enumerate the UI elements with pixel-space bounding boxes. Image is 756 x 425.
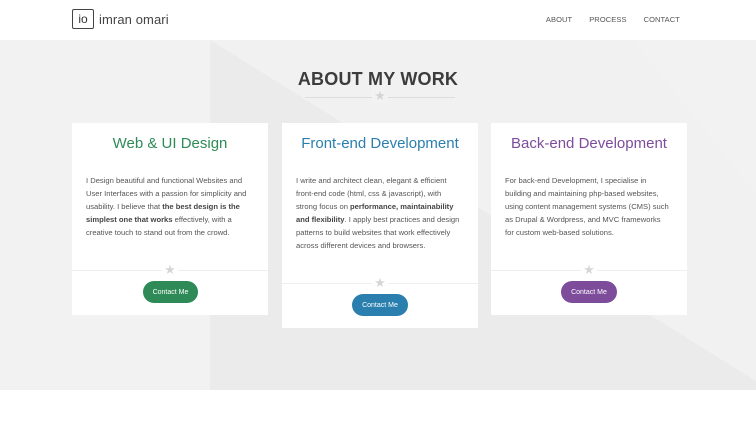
contact-me-button[interactable]: Contact Me xyxy=(143,281,198,303)
card-description: I Design beautiful and functional Websit… xyxy=(86,175,250,240)
logo-text: imran omari xyxy=(99,12,169,27)
card-description: For back-end Development, I specialise i… xyxy=(505,175,669,240)
star-icon: ★ xyxy=(162,264,178,276)
section-title: ABOUT MY WORK xyxy=(0,69,756,90)
card-description: I write and architect clean, elegant & e… xyxy=(296,175,460,252)
nav-link-contact[interactable]: CONTACT xyxy=(644,15,680,24)
nav-link-process[interactable]: PROCESS xyxy=(589,15,626,24)
star-icon: ★ xyxy=(372,89,388,103)
logo-mark: io xyxy=(72,9,94,29)
star-icon: ★ xyxy=(581,264,597,276)
star-icon: ★ xyxy=(372,277,388,289)
logo[interactable]: io imran omari xyxy=(72,9,169,29)
contact-me-button[interactable]: Contact Me xyxy=(352,294,408,316)
nav-link-about[interactable]: ABOUT xyxy=(546,15,572,24)
card-back-end-development: Back-end Development For back-end Develo… xyxy=(491,123,687,315)
main-nav: ABOUT PROCESS CONTACT xyxy=(529,15,680,24)
contact-me-button[interactable]: Contact Me xyxy=(561,281,617,303)
card-title: Back-end Development xyxy=(491,135,687,152)
card-text: For back-end Development, I specialise i… xyxy=(505,176,669,237)
about-section: ABOUT MY WORK ★ Web & UI Design I Design… xyxy=(0,40,756,390)
card-title: Web & UI Design xyxy=(72,135,268,152)
card-front-end-development: Front-end Development I write and archit… xyxy=(282,123,478,328)
card-web-ui-design: Web & UI Design I Design beautiful and f… xyxy=(72,123,268,315)
top-navbar: io imran omari ABOUT PROCESS CONTACT xyxy=(0,0,756,40)
card-title: Front-end Development xyxy=(282,135,478,152)
